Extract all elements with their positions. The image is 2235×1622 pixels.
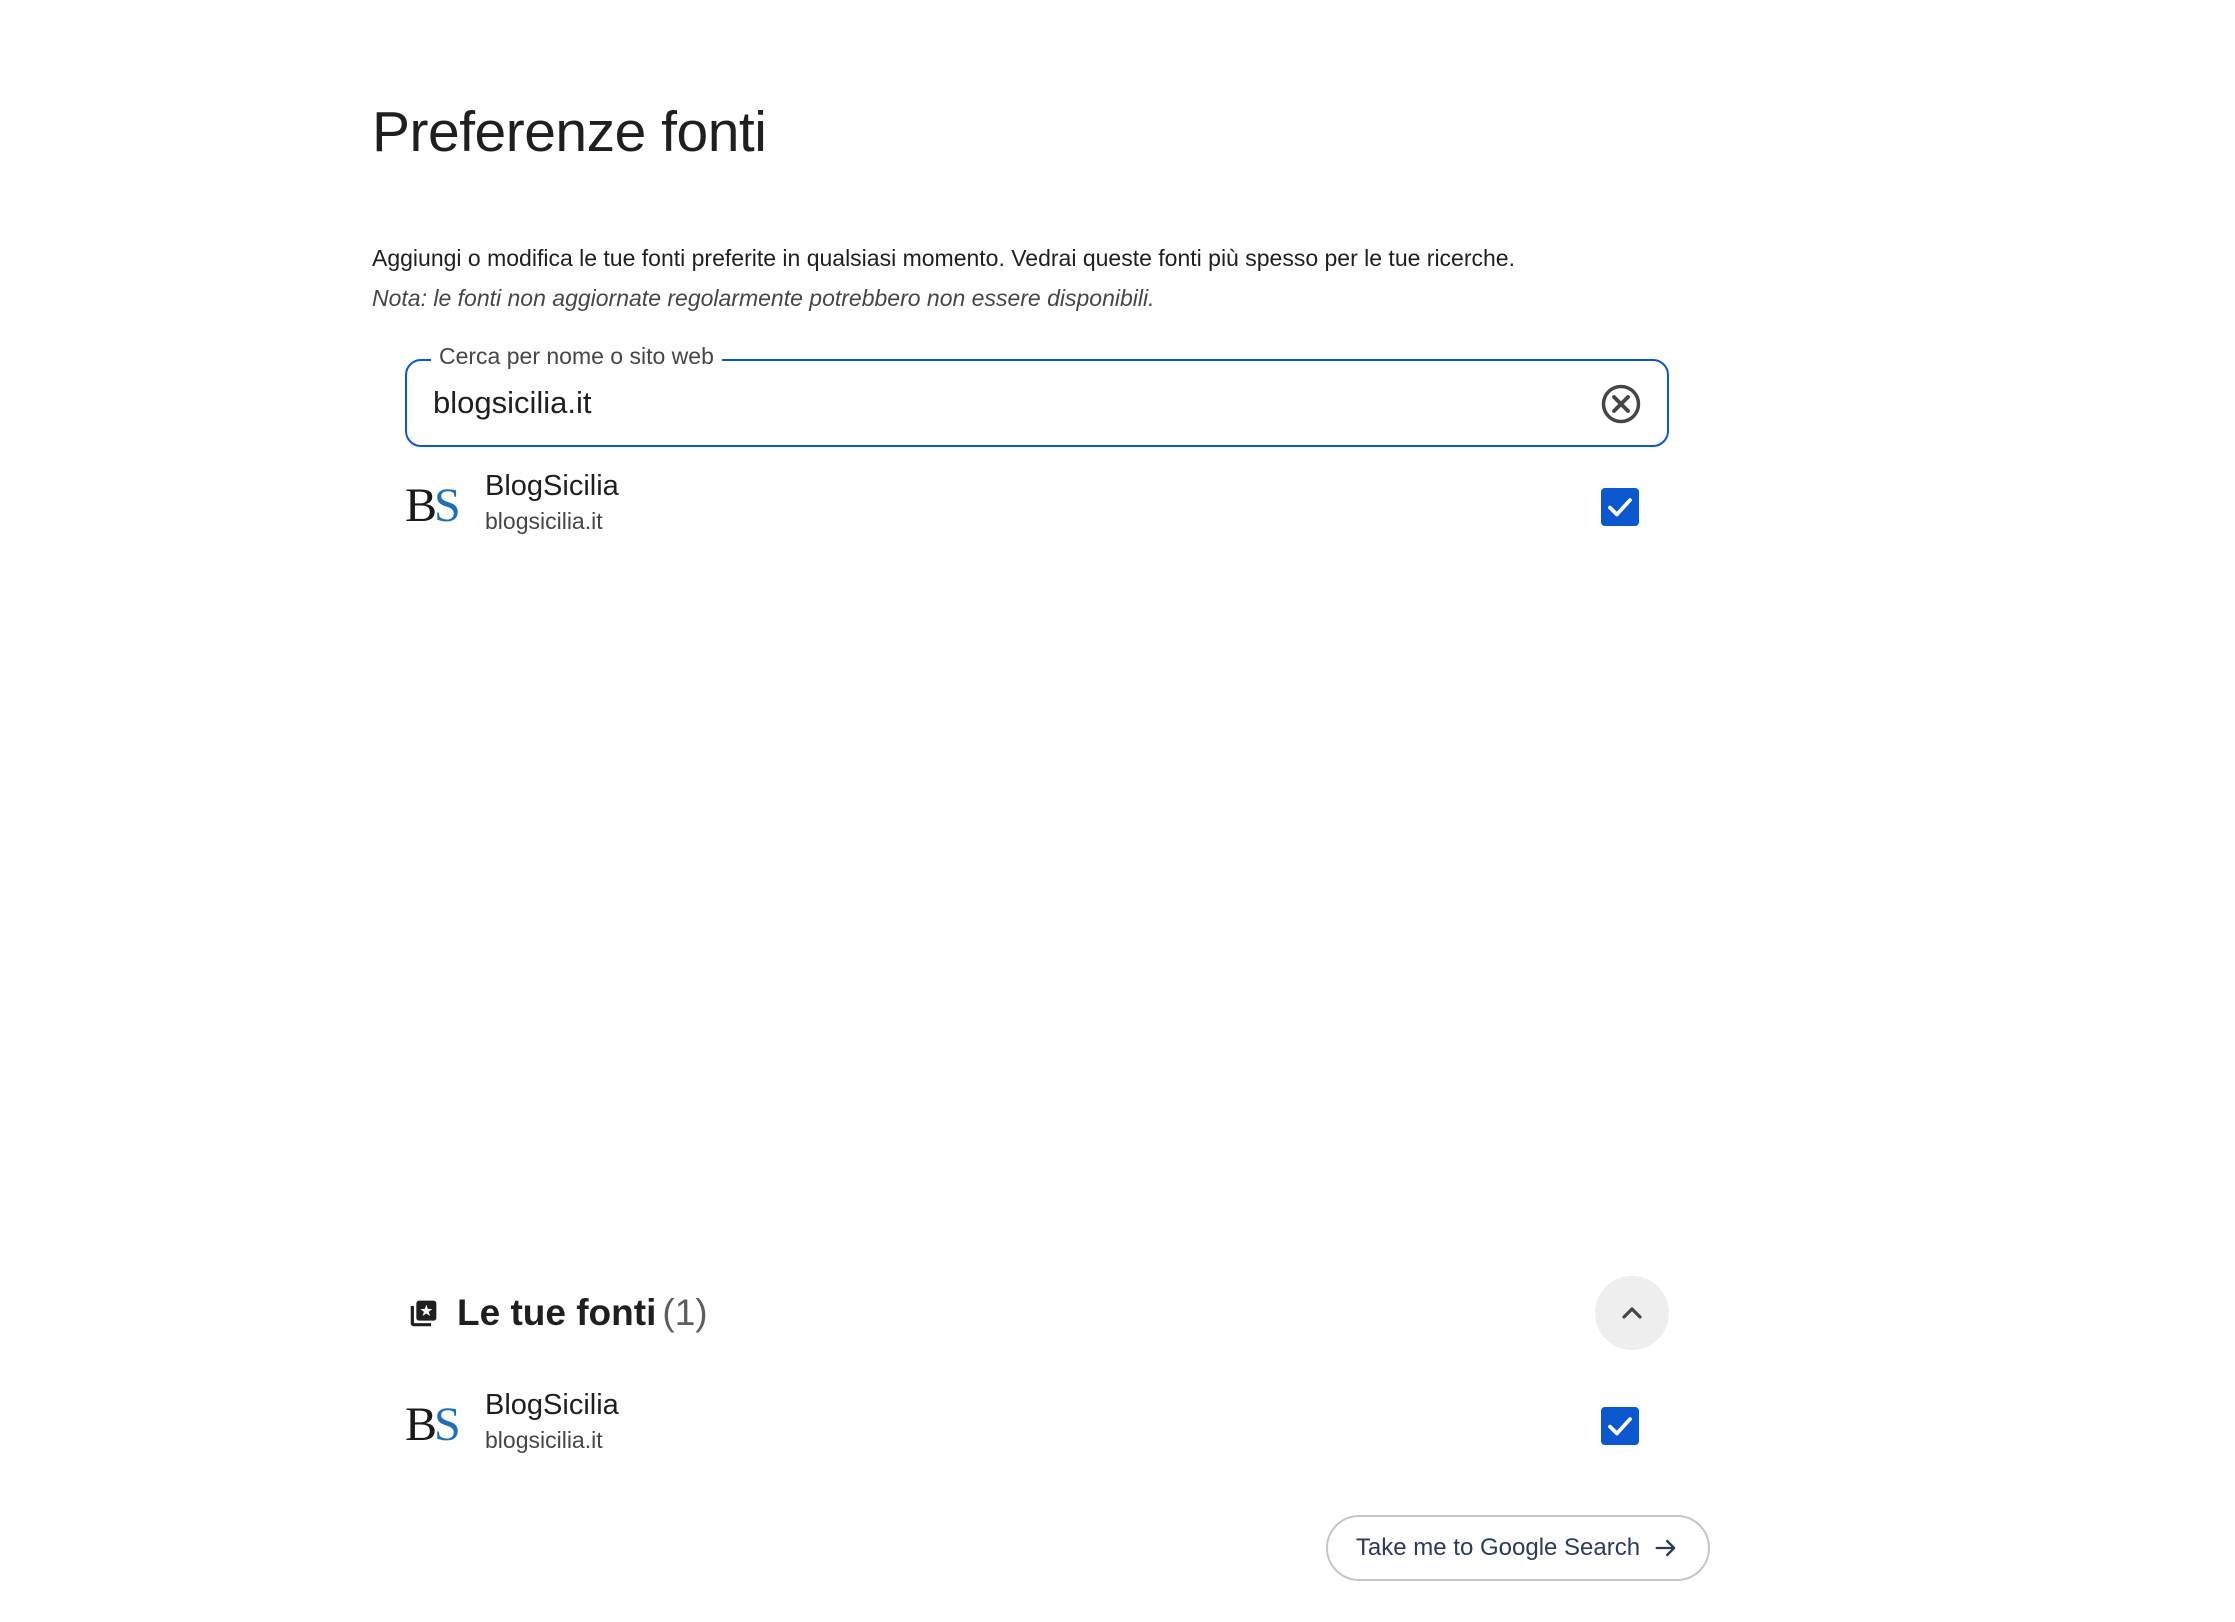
collapse-button[interactable]: [1595, 1276, 1669, 1350]
arrow-right-icon: [1655, 1539, 1676, 1557]
intro-text: Aggiungi o modifica le tue fonti preferi…: [372, 245, 1515, 271]
source-name: BlogSicilia: [485, 1389, 619, 1421]
source-logo: BS: [405, 1398, 461, 1451]
your-sources-header: Le tue fonti (1): [405, 1276, 1669, 1350]
checkmark-icon: [1608, 498, 1632, 517]
clear-search-button[interactable]: [1599, 382, 1643, 426]
chevron-up-icon: [1622, 1307, 1642, 1319]
search-result-row[interactable]: BS BlogSicilia blogsicilia.it: [405, 468, 1669, 548]
your-sources-count: (1): [662, 1292, 708, 1333]
search-field[interactable]: Cerca per nome o sito web blogsicilia.it: [405, 341, 1669, 447]
source-checkbox[interactable]: [1601, 488, 1639, 526]
take-me-to-google-search-button[interactable]: Take me to Google Search: [1326, 1515, 1710, 1581]
source-domain: blogsicilia.it: [485, 508, 603, 534]
your-sources-title: Le tue fonti (1): [457, 1290, 708, 1336]
your-source-row[interactable]: BS BlogSicilia blogsicilia.it: [405, 1387, 1669, 1467]
search-label: Cerca per nome o sito web: [431, 341, 722, 371]
your-sources-label: Le tue fonti: [457, 1292, 657, 1333]
search-input[interactable]: blogsicilia.it: [433, 385, 592, 421]
close-circle-icon: [1601, 384, 1641, 424]
source-checkbox[interactable]: [1601, 1407, 1639, 1445]
library-star-icon: [410, 1300, 437, 1327]
checkmark-icon: [1608, 1417, 1632, 1436]
cta-label: Take me to Google Search: [1355, 1534, 1641, 1561]
source-name: BlogSicilia: [485, 470, 619, 502]
source-logo: BS: [405, 479, 461, 532]
source-domain: blogsicilia.it: [485, 1427, 603, 1453]
page-title: Preferenze fonti: [372, 100, 767, 164]
note-text: Nota: le fonti non aggiornate regolarmen…: [372, 285, 1155, 311]
